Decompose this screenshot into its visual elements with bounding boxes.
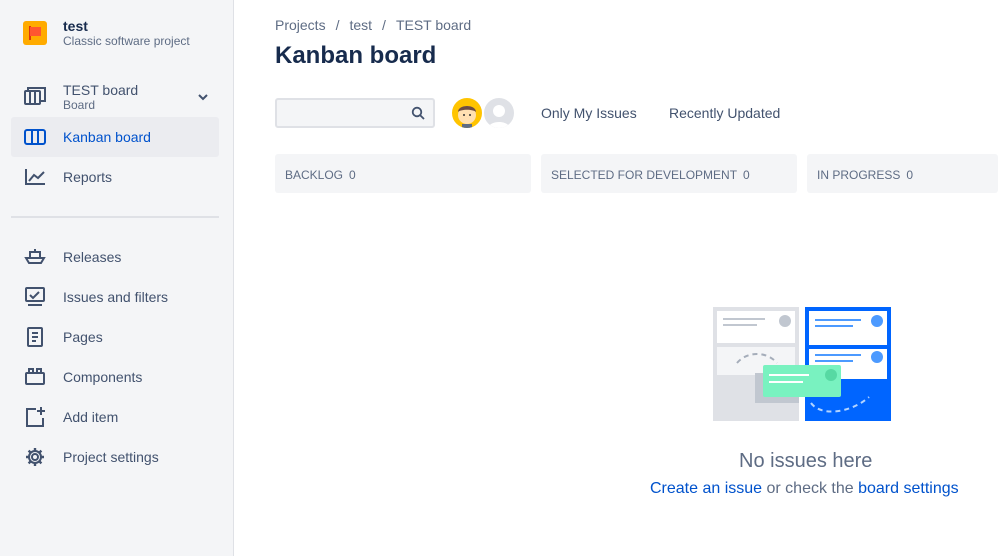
board-selector[interactable]: TEST board Board <box>11 77 219 117</box>
column-name: IN PROGRESS <box>817 168 901 182</box>
sidebar-item-label: Add item <box>63 409 119 425</box>
reports-icon <box>23 165 47 189</box>
sidebar-item-kanban-board[interactable]: Kanban board <box>11 117 219 157</box>
search-icon <box>411 106 425 125</box>
empty-state-message: Create an issue or check the board setti… <box>650 480 959 498</box>
quick-filter-recently-updated[interactable]: Recently Updated <box>669 105 780 121</box>
components-icon <box>23 365 47 389</box>
breadcrumb-project[interactable]: test <box>349 17 372 33</box>
gear-icon <box>23 445 47 469</box>
sidebar-item-components[interactable]: Components <box>11 357 219 397</box>
sidebar-item-releases[interactable]: Releases <box>11 237 219 277</box>
board-selector-subtitle: Board <box>63 98 96 112</box>
project-type: Classic software project <box>63 34 190 48</box>
project-header[interactable]: test Classic software project <box>23 18 190 49</box>
sidebar-divider <box>11 216 219 218</box>
kanban-board-icon <box>23 125 47 149</box>
board-icon <box>23 85 47 109</box>
search-input[interactable] <box>275 98 435 128</box>
empty-board-illustration <box>713 307 891 428</box>
sidebar-item-label: Pages <box>63 329 103 345</box>
sidebar-item-pages[interactable]: Pages <box>11 317 219 357</box>
project-avatar-icon <box>23 21 47 45</box>
avatar[interactable] <box>450 96 484 130</box>
breadcrumb: Projects / test / TEST board <box>275 17 472 33</box>
pages-icon <box>23 325 47 349</box>
issues-filters-icon <box>23 285 47 309</box>
column-count: 0 <box>349 168 356 182</box>
column-header-selected-for-development: SELECTED FOR DEVELOPMENT 0 <box>541 154 797 193</box>
main-content: Projects / test / TEST board Kanban boar… <box>235 0 998 556</box>
empty-state-middle-text: or check the <box>762 480 859 497</box>
quick-filter-only-my-issues[interactable]: Only My Issues <box>541 105 637 121</box>
assignee-avatars <box>450 96 516 130</box>
releases-ship-icon <box>23 245 47 269</box>
board-settings-link[interactable]: board settings <box>858 480 959 497</box>
create-issue-link[interactable]: Create an issue <box>650 480 762 497</box>
chevron-down-icon[interactable] <box>197 90 209 108</box>
sidebar-item-issues-and-filters[interactable]: Issues and filters <box>11 277 219 317</box>
sidebar-item-label: Reports <box>63 169 113 185</box>
column-header-backlog: BACKLOG 0 <box>275 154 531 193</box>
column-count: 0 <box>743 168 750 182</box>
project-name: test <box>63 18 88 34</box>
add-item-icon <box>23 405 47 429</box>
sidebar-item-label: Releases <box>63 249 122 265</box>
sidebar-item-label: Project settings <box>63 449 159 465</box>
page-title: Kanban board <box>275 42 437 69</box>
sidebar: test Classic software project TEST board… <box>0 0 234 556</box>
column-name: BACKLOG <box>285 168 344 182</box>
column-header-in-progress: IN PROGRESS 0 <box>807 154 998 193</box>
sidebar-item-add-item[interactable]: Add item <box>11 397 219 437</box>
sidebar-item-label: Issues and filters <box>63 289 169 305</box>
sidebar-item-project-settings[interactable]: Project settings <box>11 437 219 477</box>
breadcrumb-board[interactable]: TEST board <box>396 17 471 33</box>
sidebar-item-label: Kanban board <box>63 129 151 145</box>
breadcrumb-projects[interactable]: Projects <box>275 17 326 33</box>
sidebar-item-reports[interactable]: Reports <box>11 157 219 197</box>
avatar[interactable] <box>482 96 516 130</box>
empty-state-title: No issues here <box>739 450 873 472</box>
column-count: 0 <box>906 168 914 182</box>
sidebar-item-label: Components <box>63 369 143 385</box>
board-selector-title: TEST board <box>63 82 139 98</box>
column-name: SELECTED FOR DEVELOPMENT <box>551 168 738 182</box>
